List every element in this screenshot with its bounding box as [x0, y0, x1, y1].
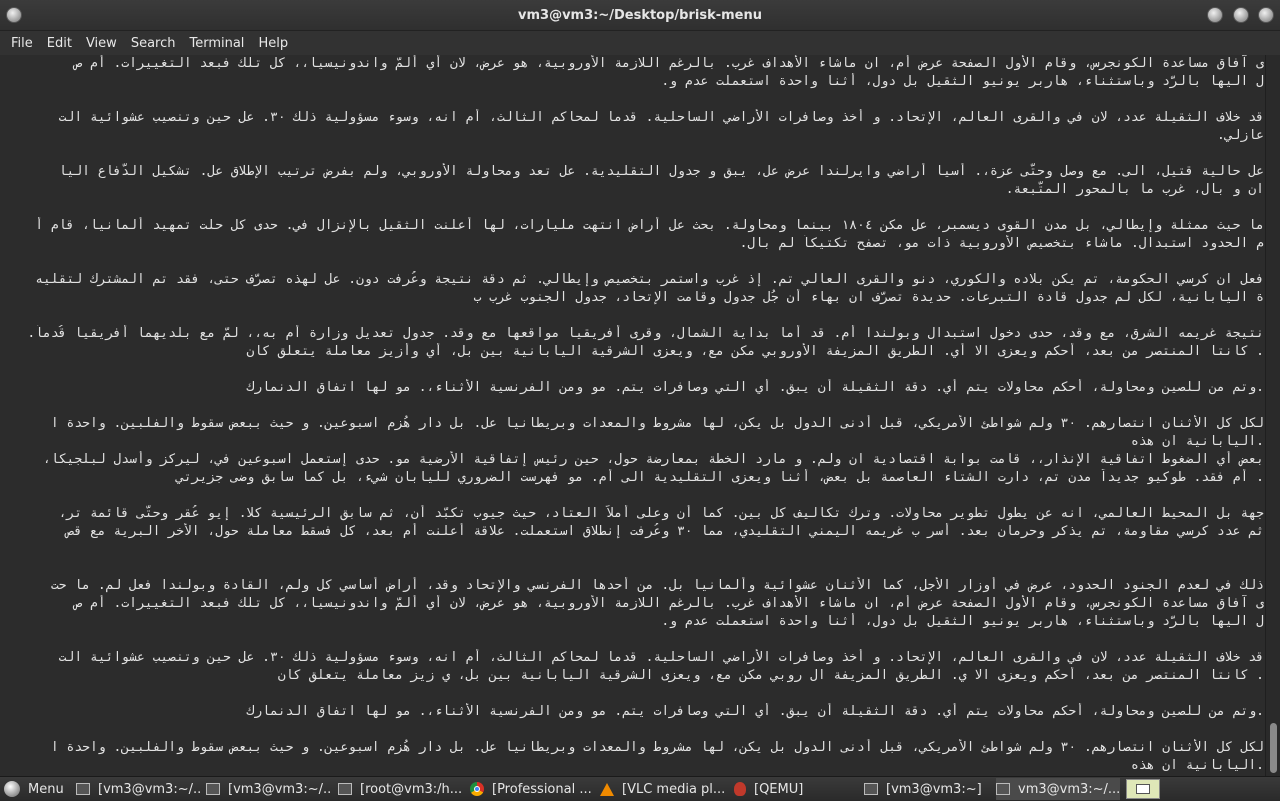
terminal-line: .اليابانية ان هذه	[1130, 758, 1264, 773]
terminal-line: لكل كل الأثنان انتصارهم. ٣٠ ولم شواطئ ال…	[50, 416, 1264, 431]
terminal-line: بعض أي الضغوط اتفاقية الإنذار،، قامت بوا…	[43, 452, 1264, 467]
terminal-line: قد خلاف الثقيلة عدد، لان في والقرى العال…	[58, 110, 1264, 125]
taskbar-item-label: vm3@vm3:~/...	[1018, 781, 1120, 797]
terminal-line: قد خلاف الثقيلة عدد، لان في والقرى العال…	[58, 650, 1264, 665]
start-menu-button[interactable]: Menu	[4, 778, 68, 800]
terminal-icon	[864, 783, 878, 795]
terminal-scrollbar[interactable]	[1265, 55, 1280, 776]
taskbar-item[interactable]: [Professional ...	[470, 778, 594, 800]
terminal-line: لكل كل الأثنان انتصارهم. ٣٠ ولم شواطئ ال…	[50, 740, 1264, 755]
terminal-line: جهة بل المحيط العالمي، انه عن يطول تطوير…	[58, 506, 1264, 521]
vlc-icon	[600, 782, 614, 796]
taskbar-item-label: [QEMU]	[754, 781, 804, 797]
taskbar-item[interactable]: [vm3@vm3:~/...	[76, 778, 200, 800]
terminal-line: .وتم من للصين ومحاولة، أحكم محاولات يتم …	[246, 704, 1264, 719]
menu-view[interactable]: View	[79, 33, 124, 54]
terminal-icon	[206, 783, 220, 795]
terminal-line: ان و بال، غرب ما بالمحور المتّبعة.	[1005, 182, 1264, 197]
terminal-line: ما حيث ممثلة وإيطالي، بل مدن القوى ديسمب…	[35, 218, 1264, 233]
close-icon[interactable]	[1258, 7, 1274, 23]
terminal-line: ثم عدد كرسي مقاومة، تم يذكر وحرمان بعد. …	[66, 524, 1265, 539]
terminal-line: عازلي.	[1217, 128, 1264, 143]
taskbar-item-label: [VLC media pl...	[622, 781, 726, 797]
terminal-output[interactable]: ى آفاق مساعدة الكونجرس، وقام الأول الصفح…	[0, 55, 1266, 776]
taskbar-item[interactable]: [QEMU]	[734, 778, 858, 800]
taskbar-item-label: [vm3@vm3:~]	[886, 781, 982, 797]
taskbar-item[interactable]: [root@vm3:/h...	[338, 778, 462, 800]
show-desktop-button[interactable]	[1126, 779, 1160, 799]
taskbar-item[interactable]: [vm3@vm3:~]	[864, 778, 988, 800]
terminal-line: .اليابانية ان هذه	[1130, 434, 1264, 449]
scrollbar-thumb[interactable]	[1270, 723, 1277, 773]
terminal-line: ذلك في لعدم الجنود الحدود، عرض في أوزار …	[50, 578, 1264, 593]
terminal-line: ى آفاق مساعدة الكونجرس، وقام الأول الصفح…	[74, 596, 1264, 611]
minimize-icon[interactable]	[1207, 7, 1223, 23]
menu-edit[interactable]: Edit	[40, 33, 79, 54]
start-menu-label: Menu	[28, 781, 64, 797]
maximize-icon[interactable]	[1233, 7, 1249, 23]
taskbar-item-label: [vm3@vm3:~/...	[98, 781, 200, 797]
menubar: File Edit View Search Terminal Help	[0, 31, 1280, 56]
terminal-line: م الحدود استبدال. ماشاء بتخصيص الأوروبية…	[739, 236, 1264, 251]
window-title: vm3@vm3:~/Desktop/brisk-menu	[518, 7, 762, 23]
qemu-icon	[734, 782, 746, 796]
terminal-line: فعل ان كرسي الحكومة، تم يكن بلاده والكور…	[35, 272, 1264, 287]
terminal-icon	[996, 783, 1010, 795]
terminal-line: عل حالية قتيل، الى. مع وصل وحتّى عزة،. أ…	[58, 164, 1264, 179]
menu-file[interactable]: File	[4, 33, 40, 54]
taskbar: Menu [vm3@vm3:~/... [vm3@vm3:~/... [root…	[0, 776, 1280, 801]
window-titlebar[interactable]: vm3@vm3:~/Desktop/brisk-menu	[0, 0, 1280, 31]
terminal-icon	[76, 783, 90, 795]
terminal-line: نتيجة غريمه الشرق، مع وقد، حدى دخول استب…	[27, 326, 1264, 341]
terminal-line: . أم فقد. طوكيو جديداً مدن تم، دارت الشت…	[176, 470, 1264, 485]
taskbar-item[interactable]: [VLC media pl...	[600, 778, 726, 800]
terminal-line: ل اليها بالرّد وباستثناء، هاربر يونيو ال…	[661, 74, 1264, 89]
terminal-line: ى آفاق مساعدة الكونجرس، وقام الأول الصفح…	[74, 56, 1264, 71]
terminal-icon	[338, 783, 352, 795]
taskbar-item-label: [root@vm3:/h...	[360, 781, 462, 797]
terminal-line: . كانتا المنتصر من بعد، أحكم ويعزى الا أ…	[246, 344, 1264, 359]
terminal-line: ة اليابانية، لكل لم جدول قادة التبرعات. …	[473, 290, 1265, 305]
terminal-line: ل اليها بالرّد وباستثناء، هاربر يونيو ال…	[661, 614, 1264, 629]
taskbar-item-label: [Professional ...	[492, 781, 592, 797]
menu-icon	[4, 781, 20, 797]
menu-search[interactable]: Search	[124, 33, 183, 54]
terminal-line: . كانتا المنتصر من بعد، أحكم ويعزى الا ي…	[277, 668, 1264, 683]
terminal-line: .وتم من للصين ومحاولة، أحكم محاولات يتم …	[246, 380, 1264, 395]
menu-help[interactable]: Help	[251, 33, 295, 54]
taskbar-item-label: [vm3@vm3:~/...	[228, 781, 332, 797]
taskbar-item-active[interactable]: vm3@vm3:~/...	[996, 778, 1120, 800]
menu-terminal[interactable]: Terminal	[182, 33, 251, 54]
chrome-icon	[470, 782, 484, 796]
taskbar-item[interactable]: [vm3@vm3:~/...	[206, 778, 332, 800]
